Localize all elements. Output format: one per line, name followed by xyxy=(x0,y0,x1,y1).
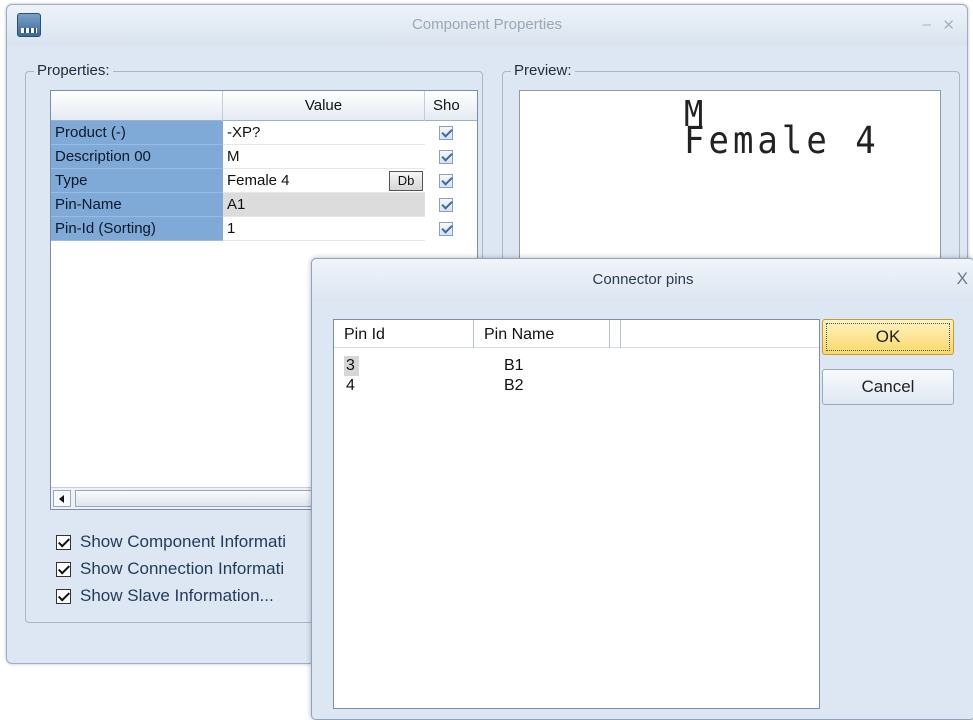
property-row-description[interactable]: Description 00 M xyxy=(51,145,477,169)
show-checkbox[interactable] xyxy=(439,150,453,164)
pin-name: B2 xyxy=(504,377,524,394)
option-label: Show Slave Information... xyxy=(80,586,274,605)
show-checkbox[interactable] xyxy=(439,222,453,236)
preview-label: Preview: xyxy=(511,62,575,79)
show-checkbox[interactable] xyxy=(439,198,453,212)
property-name: Pin-Id (Sorting) xyxy=(51,217,223,241)
property-value[interactable]: A1 xyxy=(223,193,425,217)
show-cell xyxy=(425,217,477,241)
ok-button[interactable]: OK xyxy=(822,319,954,355)
property-row-product[interactable]: Product (-) -XP? xyxy=(51,121,477,145)
grid-header: Value Sho xyxy=(51,91,477,121)
property-name: Pin-Name xyxy=(51,193,223,217)
pin-id: 3 xyxy=(344,356,359,376)
column-divider xyxy=(610,320,621,348)
connector-pins-dialog: Connector pins X Pin Id Pin Name 3 B1 4 … xyxy=(311,258,973,720)
property-value[interactable]: M xyxy=(223,145,425,169)
property-row-pin-id[interactable]: Pin-Id (Sorting) 1 xyxy=(51,217,477,241)
column-header-show[interactable]: Sho xyxy=(425,91,477,121)
database-lookup-button[interactable]: Db xyxy=(389,171,423,191)
show-checkbox[interactable] xyxy=(439,126,453,140)
pin-name: B1 xyxy=(504,357,524,374)
column-header-name[interactable] xyxy=(51,91,223,121)
show-cell xyxy=(425,169,477,193)
close-icon[interactable]: ✕ xyxy=(942,16,955,34)
option-label: Show Connection Informati xyxy=(80,559,285,578)
property-name: Description 00 xyxy=(51,145,223,169)
pins-list-header: Pin Id Pin Name xyxy=(334,320,819,348)
show-component-info-checkbox[interactable] xyxy=(56,535,71,550)
minimize-icon[interactable]: – xyxy=(923,16,931,33)
main-titlebar: Component Properties – ✕ xyxy=(7,5,967,45)
cancel-button[interactable]: Cancel xyxy=(822,369,954,405)
scroll-thumb[interactable] xyxy=(75,490,335,507)
show-checkbox[interactable] xyxy=(439,174,453,188)
property-row-pin-name[interactable]: Pin-Name A1 xyxy=(51,193,477,217)
show-cell xyxy=(425,145,477,169)
column-header-pin-id[interactable]: Pin Id xyxy=(334,320,474,348)
scroll-left-arrow-icon[interactable] xyxy=(53,490,71,507)
show-connection-info-checkbox[interactable] xyxy=(56,562,71,577)
list-item[interactable]: 3 B1 xyxy=(334,356,819,376)
pin-id: 4 xyxy=(346,377,355,394)
pins-dialog-title: Connector pins xyxy=(592,271,694,288)
show-cell xyxy=(425,193,477,217)
window-title: Component Properties xyxy=(411,16,563,33)
show-cell xyxy=(425,121,477,145)
show-slave-info-checkbox[interactable] xyxy=(56,589,71,604)
pins-list[interactable]: Pin Id Pin Name 3 B1 4 B2 xyxy=(333,319,820,709)
column-header-pin-name[interactable]: Pin Name xyxy=(474,320,610,348)
properties-label: Properties: xyxy=(34,62,113,79)
option-label: Show Component Informati xyxy=(80,532,286,551)
property-row-type[interactable]: Type Female 4 Db xyxy=(51,169,477,193)
property-name: Type xyxy=(51,169,223,193)
property-value[interactable]: 1 xyxy=(223,217,425,241)
list-item[interactable]: 4 B2 xyxy=(334,376,819,396)
property-value[interactable]: -XP? xyxy=(223,121,425,145)
close-icon[interactable]: X xyxy=(957,269,968,289)
pins-titlebar: Connector pins X xyxy=(312,259,973,301)
preview-type-text: Female 4 xyxy=(684,119,880,163)
property-name: Product (-) xyxy=(51,121,223,145)
column-header-value[interactable]: Value xyxy=(223,91,425,121)
